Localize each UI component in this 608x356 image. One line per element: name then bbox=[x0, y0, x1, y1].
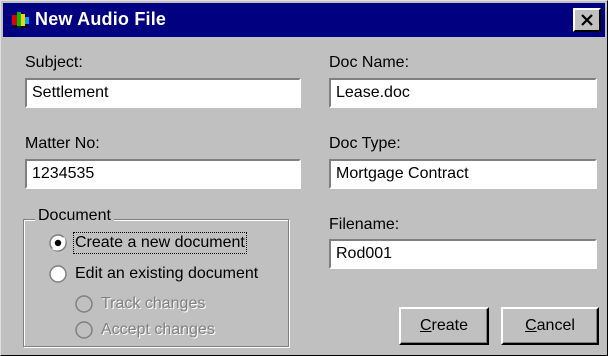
title-bar[interactable]: New Audio File bbox=[3, 3, 605, 37]
create-button[interactable]: Create bbox=[399, 307, 489, 345]
matter-no-label: Matter No: bbox=[25, 135, 100, 152]
filename-label: Filename: bbox=[329, 216, 400, 233]
dialog-title: New Audio File bbox=[35, 9, 167, 29]
doc-name-label: Doc Name: bbox=[329, 54, 410, 71]
document-group-legend: Document bbox=[35, 207, 114, 225]
cancel-button-label: Cancel bbox=[525, 317, 575, 334]
radio-create-new-document[interactable]: Create a new document bbox=[49, 232, 247, 254]
radio-disabled-icon bbox=[75, 321, 93, 339]
cancel-button[interactable]: Cancel bbox=[501, 307, 599, 345]
doc-type-label: Doc Type: bbox=[329, 135, 401, 152]
subject-label: Subject: bbox=[25, 54, 83, 71]
doc-name-field[interactable] bbox=[329, 78, 597, 108]
radio-disabled-icon bbox=[75, 295, 93, 313]
create-button-label: Create bbox=[419, 317, 469, 334]
close-button[interactable] bbox=[573, 8, 601, 32]
audio-file-icon bbox=[12, 12, 29, 28]
radio-accept-changes[interactable]: Accept changes bbox=[75, 321, 215, 339]
radio-create-new-document-label: Create a new document bbox=[73, 232, 247, 254]
radio-accept-changes-label: Accept changes bbox=[101, 321, 215, 338]
close-icon bbox=[581, 14, 593, 26]
radio-track-changes-label: Track changes bbox=[101, 295, 206, 312]
matter-no-field[interactable] bbox=[25, 159, 301, 189]
new-audio-file-dialog: New Audio File Subject: Matter No: Doc N… bbox=[0, 0, 608, 356]
doc-type-field[interactable] bbox=[329, 159, 597, 189]
radio-track-changes[interactable]: Track changes bbox=[75, 295, 205, 313]
radio-edit-existing-document[interactable]: Edit an existing document bbox=[49, 265, 258, 283]
subject-field[interactable] bbox=[25, 78, 301, 108]
filename-field[interactable] bbox=[329, 239, 597, 269]
radio-selected-icon bbox=[49, 234, 67, 252]
radio-edit-existing-document-label: Edit an existing document bbox=[75, 265, 259, 282]
radio-unselected-icon bbox=[49, 265, 67, 283]
